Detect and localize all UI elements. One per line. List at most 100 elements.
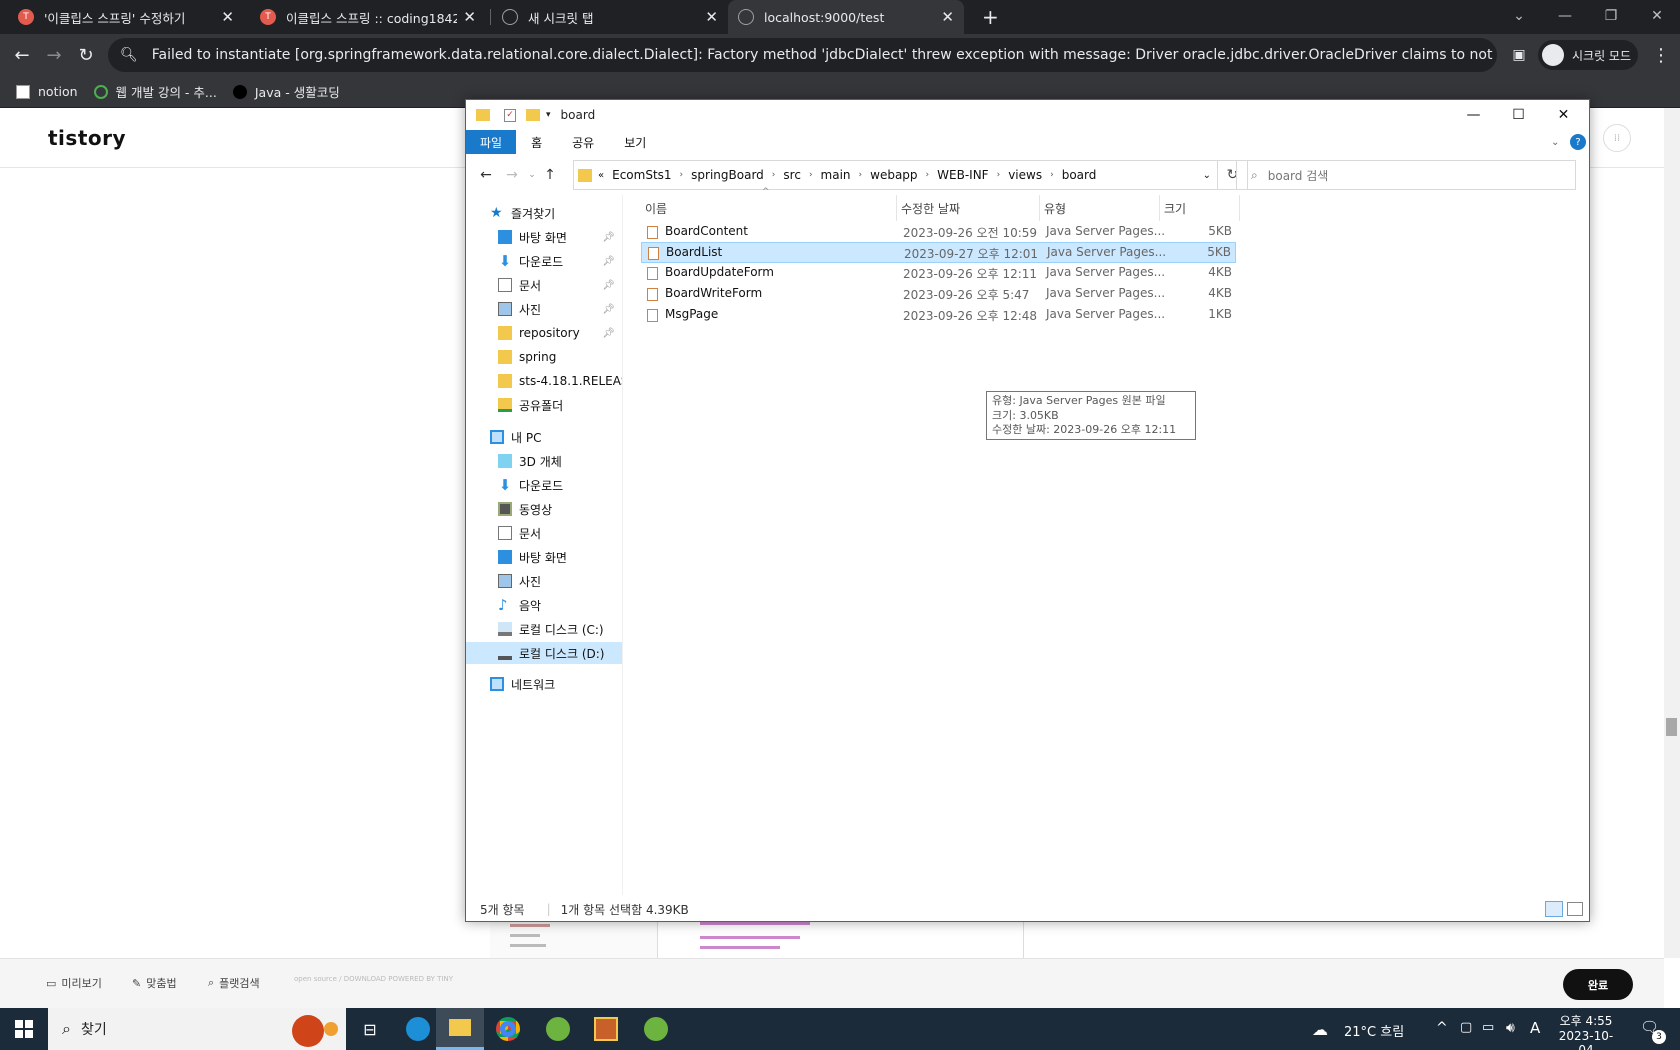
- meet-now-icon[interactable]: ▢: [1460, 1020, 1472, 1035]
- tray-overflow-icon[interactable]: ^: [1436, 1020, 1448, 1036]
- ime-indicator[interactable]: A: [1530, 1019, 1540, 1037]
- chevron-right-icon[interactable]: ›: [1050, 170, 1054, 180]
- tab-blog[interactable]: T 이클립스 스프링 :: coding1842 ✕: [250, 0, 486, 34]
- address-dropdown-icon[interactable]: ⌄: [1203, 170, 1211, 181]
- back-icon[interactable]: ←: [6, 34, 38, 76]
- breadcrumb-web-inf[interactable]: WEB-INF: [937, 168, 988, 182]
- file-row-selected[interactable]: BoardList 2023-09-27 오후 12:01 Java Serve…: [641, 242, 1236, 263]
- search-plugin-button[interactable]: ⌕ 플랫검색: [208, 975, 260, 991]
- nav-shared[interactable]: 공유폴더: [466, 394, 622, 416]
- up-icon[interactable]: ↑: [540, 165, 560, 185]
- nav-spring[interactable]: spring: [466, 346, 622, 368]
- large-icons-view-icon[interactable]: [1567, 902, 1583, 916]
- column-size[interactable]: 크기: [1160, 195, 1240, 221]
- new-tab-button[interactable]: +: [972, 0, 1002, 34]
- pin-icon[interactable]: 📌︎: [602, 232, 615, 243]
- pin-icon[interactable]: 📌︎: [602, 304, 615, 315]
- breadcrumb-ecomsts1[interactable]: EcomSts1: [612, 168, 671, 182]
- edge-icon[interactable]: [394, 1008, 442, 1050]
- forward-icon[interactable]: →: [502, 165, 522, 185]
- details-view-icon[interactable]: [1545, 901, 1563, 917]
- tab-incognito[interactable]: 새 시크릿 탭 ✕: [492, 0, 728, 34]
- tab-share[interactable]: 공유: [557, 130, 609, 154]
- breadcrumb-webapp[interactable]: webapp: [870, 168, 917, 182]
- clock[interactable]: 오후 4:55 2023-10-04: [1554, 1012, 1618, 1050]
- more-menu-icon[interactable]: ⋮: [1645, 34, 1677, 76]
- tab-search-icon[interactable]: ⌄: [1496, 0, 1542, 32]
- address-bar[interactable]: « EcomSts1 › springBoard › src › main › weba…: [573, 160, 1218, 190]
- quick-access-toolbar-dropdown-icon[interactable]: ▾: [546, 110, 551, 120]
- tistory-logo[interactable]: tistory: [48, 126, 126, 150]
- chrome-icon[interactable]: [484, 1008, 532, 1050]
- bookmark-notion[interactable]: notion: [16, 84, 78, 99]
- menu-grid-icon[interactable]: ⁞⁞: [1603, 124, 1631, 152]
- network-icon[interactable]: ▭: [1482, 1020, 1494, 1035]
- pin-icon[interactable]: 📌︎: [602, 328, 615, 339]
- breadcrumb-springboard[interactable]: springBoard: [691, 168, 764, 182]
- overflow-chevron-icon[interactable]: «: [598, 170, 604, 181]
- nav-drive-c[interactable]: 로컬 디스크 (C:): [466, 618, 622, 640]
- nav-music[interactable]: ♪ 음악: [466, 594, 622, 616]
- nav-pc-downloads[interactable]: ⬇ 다운로드: [466, 474, 622, 496]
- chevron-right-icon[interactable]: ›: [859, 170, 863, 180]
- nav-repository[interactable]: repository 📌︎: [466, 322, 622, 344]
- tab-localhost[interactable]: localhost:9000/test ✕: [728, 0, 964, 34]
- breadcrumb-views[interactable]: views: [1008, 168, 1042, 182]
- chevron-right-icon[interactable]: ›: [809, 170, 813, 180]
- chevron-right-icon[interactable]: ›: [680, 170, 684, 180]
- tab-edit-post[interactable]: T '이클립스 스프링' 수정하기 ✕: [8, 0, 244, 34]
- task-view-icon[interactable]: ⊟: [346, 1008, 394, 1050]
- weather-cloud-icon[interactable]: ☁: [1312, 1020, 1328, 1039]
- taskbar-search[interactable]: ⌕ 찾기: [48, 1008, 346, 1050]
- minimize-icon[interactable]: —: [1451, 100, 1496, 130]
- volume-icon[interactable]: 🔊︎: [1506, 1020, 1515, 1036]
- column-type[interactable]: 유형: [1040, 195, 1160, 221]
- nav-network[interactable]: 네트워크: [466, 673, 622, 695]
- recent-locations-icon[interactable]: ⌄: [522, 165, 542, 185]
- close-icon[interactable]: ✕: [1541, 100, 1586, 130]
- forward-icon[interactable]: →: [38, 34, 70, 76]
- page-scrollbar[interactable]: [1664, 108, 1680, 958]
- close-tab-icon[interactable]: ✕: [705, 8, 718, 26]
- close-tab-icon[interactable]: ✕: [463, 8, 476, 26]
- done-button[interactable]: 완료: [1563, 969, 1633, 1000]
- column-date[interactable]: 수정한 날짜: [897, 195, 1040, 221]
- file-row[interactable]: BoardContent 2023-09-26 오전 10:59 Java Se…: [641, 222, 1236, 243]
- nav-pc-pictures[interactable]: 사진: [466, 570, 622, 592]
- file-explorer-icon[interactable]: [436, 1008, 484, 1050]
- nav-downloads[interactable]: ⬇ 다운로드 📌︎: [466, 250, 622, 272]
- column-name[interactable]: 이름: [641, 195, 897, 221]
- side-panel-icon[interactable]: ▣: [1503, 34, 1535, 76]
- pin-icon[interactable]: 📌︎: [602, 280, 615, 291]
- pin-icon[interactable]: 📌︎: [602, 256, 615, 267]
- reload-icon[interactable]: ↻: [70, 34, 102, 76]
- nav-documents[interactable]: 문서 📌︎: [466, 274, 622, 296]
- incognito-badge[interactable]: 시크릿 모드: [1538, 40, 1638, 70]
- maximize-icon[interactable]: ☐: [1496, 100, 1541, 130]
- start-button[interactable]: [0, 1008, 48, 1050]
- spellcheck-button[interactable]: ✎ 맞춤법: [132, 975, 177, 991]
- nav-pc-desktop[interactable]: 바탕 화면: [466, 546, 622, 568]
- close-window-icon[interactable]: ✕: [1634, 0, 1680, 32]
- nav-sts[interactable]: sts-4.18.1.RELEASE: [466, 370, 622, 392]
- nav-this-pc[interactable]: 내 PC: [466, 426, 622, 448]
- spring-tools-icon-2[interactable]: [632, 1008, 680, 1050]
- nav-3d-objects[interactable]: 3D 개체: [466, 450, 622, 472]
- file-row[interactable]: MsgPage 2023-09-26 오후 12:48 Java Server …: [641, 305, 1236, 326]
- minimize-icon[interactable]: —: [1542, 0, 1588, 32]
- restore-icon[interactable]: ❐: [1588, 0, 1634, 32]
- game-app-icon[interactable]: [582, 1008, 630, 1050]
- file-row[interactable]: BoardUpdateForm 2023-09-26 오후 12:11 Java…: [641, 263, 1236, 284]
- bookmark-java[interactable]: Java - 생활코딩: [232, 82, 340, 101]
- nav-desktop[interactable]: 바탕 화면 📌︎: [466, 226, 622, 248]
- nav-quick-access[interactable]: ★ 즐겨찾기: [466, 202, 622, 224]
- nav-pc-documents[interactable]: 문서: [466, 522, 622, 544]
- nav-videos[interactable]: 동영상: [466, 498, 622, 520]
- spring-tools-icon[interactable]: [534, 1008, 582, 1050]
- close-tab-icon[interactable]: ✕: [221, 8, 234, 26]
- breadcrumb-src[interactable]: src: [783, 168, 801, 182]
- new-folder-icon[interactable]: [526, 109, 540, 121]
- address-bar[interactable]: 🔍︎ Failed to instantiate [org.springfram…: [108, 38, 1497, 72]
- search-box[interactable]: ⌕ board 검색: [1236, 160, 1576, 190]
- chevron-right-icon[interactable]: ›: [926, 170, 930, 180]
